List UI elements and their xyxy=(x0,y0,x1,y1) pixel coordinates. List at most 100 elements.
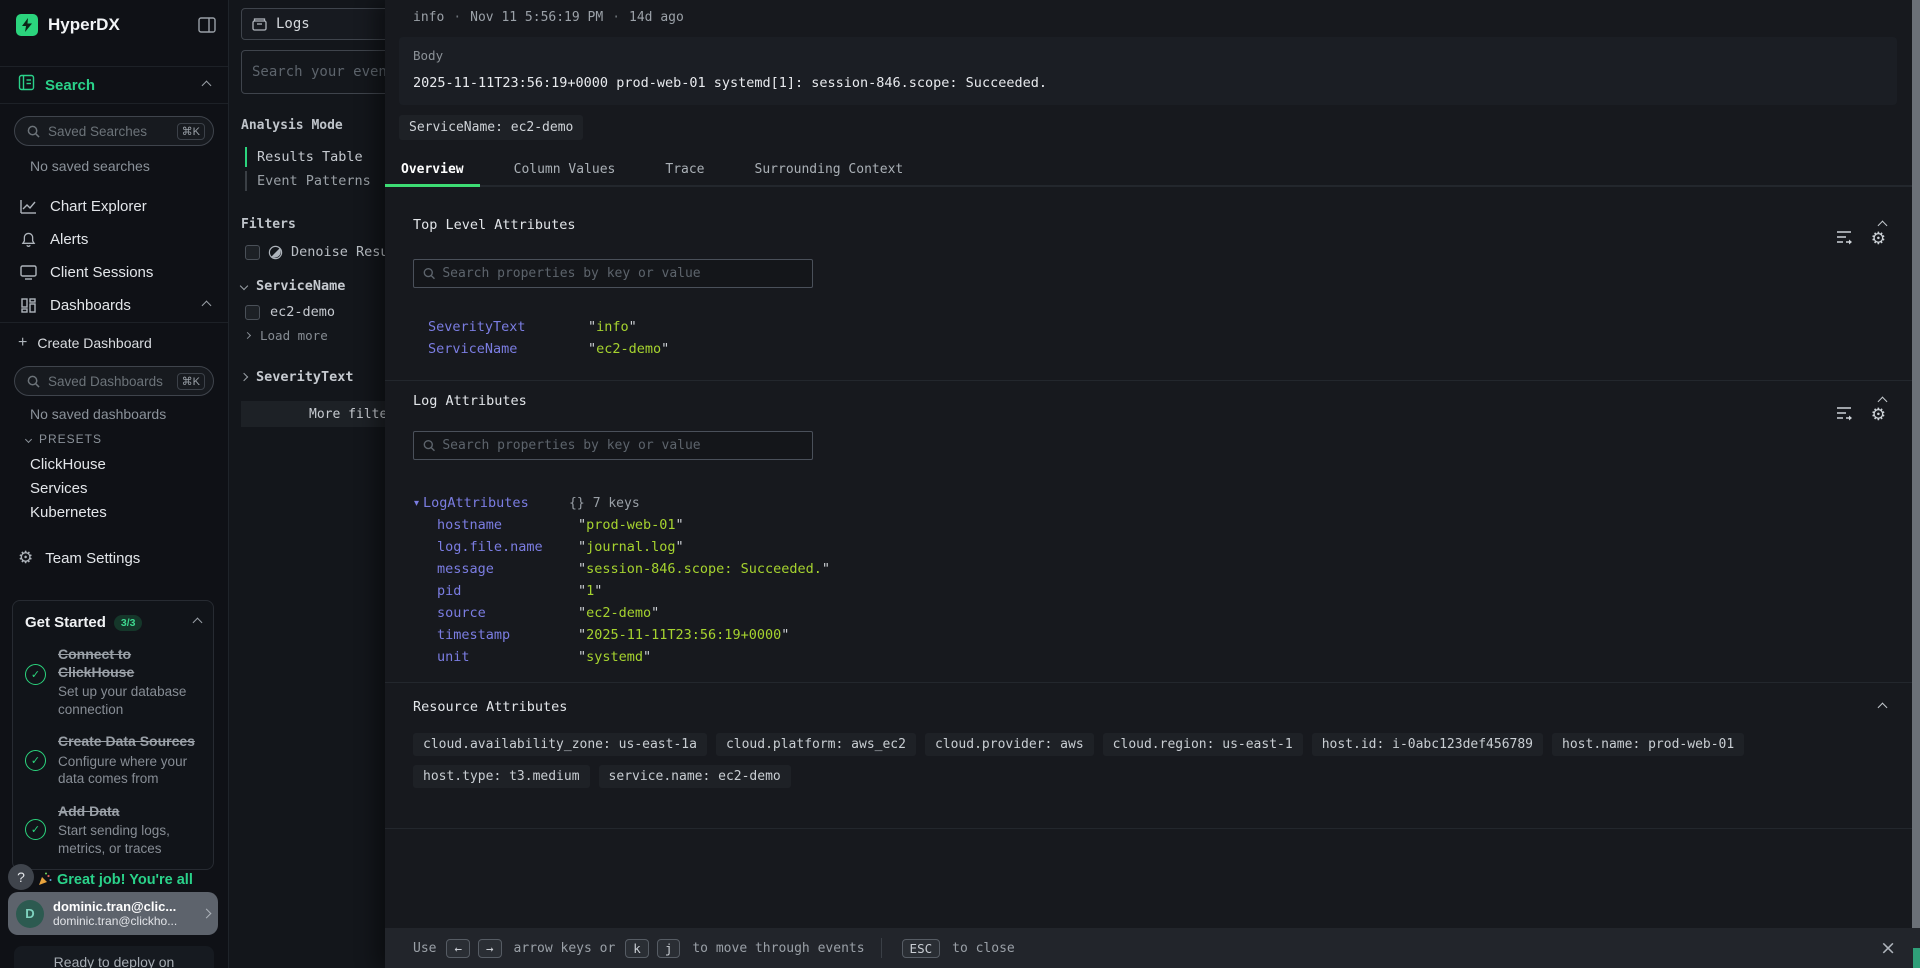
divider xyxy=(385,828,1920,829)
brand-name: HyperDX xyxy=(48,15,198,35)
get-started-step[interactable]: ✓ Connect to ClickHouse Set up your data… xyxy=(25,646,201,718)
sidebar-item-chart-explorer[interactable]: Chart Explorer xyxy=(0,190,228,223)
attribute-row[interactable]: ServiceName ec2-demo xyxy=(428,338,1920,360)
drawer-footer: Use ← → arrow keys or k j to move throug… xyxy=(385,928,1920,968)
hyperdx-logo-icon xyxy=(16,14,38,36)
brand-row: HyperDX xyxy=(16,10,216,40)
resource-chip[interactable]: host.type: t3.medium xyxy=(413,765,590,788)
gear-icon[interactable]: ⚙ xyxy=(1871,229,1886,249)
resource-attributes-section: Resource Attributes cloud.availability_z… xyxy=(385,683,1920,828)
top-level-attributes-section: Top Level Attributes ⚙ SeverityText info… xyxy=(385,187,1920,380)
sidebar-item-client-sessions[interactable]: Client Sessions xyxy=(0,256,228,289)
section-title: Log Attributes xyxy=(413,393,527,409)
resource-chip[interactable]: service.name: ec2-demo xyxy=(599,765,791,788)
attribute-row[interactable]: SeverityText info xyxy=(428,316,1920,338)
sidebar-toggle-icon[interactable] xyxy=(198,17,216,33)
property-search-input[interactable] xyxy=(442,266,803,281)
gear-icon[interactable]: ⚙ xyxy=(1871,405,1886,425)
chevron-down-icon xyxy=(25,435,32,442)
resource-chip[interactable]: host.name: prod-web-01 xyxy=(1552,733,1744,756)
resource-chip[interactable]: cloud.platform: aws_ec2 xyxy=(716,733,916,756)
chevron-up-icon[interactable] xyxy=(1878,702,1888,712)
resource-chips: cloud.availability_zone: us-east-1a clou… xyxy=(413,733,1913,828)
saved-dashboards-input[interactable]: Saved Dashboards ⌘K xyxy=(14,366,214,396)
chevron-down-icon xyxy=(240,282,248,290)
section-title: Top Level Attributes xyxy=(413,217,576,233)
property-search-input[interactable] xyxy=(442,438,803,453)
checkbox[interactable] xyxy=(245,305,260,320)
body-label: Body xyxy=(413,48,1883,63)
tab-trace[interactable]: Trace xyxy=(649,156,720,185)
chevron-up-icon[interactable] xyxy=(193,618,203,628)
attribute-row[interactable]: unit systemd xyxy=(413,646,1920,668)
tab-overview[interactable]: Overview xyxy=(385,156,480,185)
check-circle-icon: ✓ xyxy=(25,664,46,685)
sidebar-item-dashboards[interactable]: Dashboards xyxy=(0,289,228,322)
party-popper-icon xyxy=(38,872,52,886)
resource-chip[interactable]: cloud.region: us-east-1 xyxy=(1103,733,1303,756)
section-title: Resource Attributes xyxy=(413,699,567,715)
check-circle-icon: ✓ xyxy=(25,819,46,840)
preset-item-services[interactable]: Services xyxy=(30,480,88,497)
detail-tabs: Overview Column Values Trace Surrounding… xyxy=(385,156,1920,187)
braces-icon: {} xyxy=(569,496,585,511)
saved-searches-placeholder: Saved Searches xyxy=(48,124,177,139)
attribute-row[interactable]: hostname prod-web-01 xyxy=(413,514,1920,536)
filter-lines-icon[interactable] xyxy=(1835,229,1853,249)
attribute-row[interactable]: timestamp 2025-11-11T23:56:19+0000 xyxy=(413,624,1920,646)
chevron-right-icon xyxy=(240,373,248,381)
property-search-box[interactable] xyxy=(413,259,813,288)
create-dashboard-button[interactable]: + Create Dashboard xyxy=(18,334,152,352)
attribute-row[interactable]: pid 1 xyxy=(413,580,1920,602)
tab-surrounding-context[interactable]: Surrounding Context xyxy=(739,156,920,185)
filter-lines-icon[interactable] xyxy=(1835,405,1853,425)
help-button[interactable]: ? xyxy=(8,864,34,890)
deploy-note: Ready to deploy on xyxy=(14,946,214,968)
divider xyxy=(0,322,228,323)
checkbox[interactable] xyxy=(245,245,260,260)
j-key: j xyxy=(657,939,681,958)
relative-time: 14d ago xyxy=(629,10,684,25)
saved-searches-input[interactable]: Saved Searches ⌘K xyxy=(14,116,214,146)
active-indicator xyxy=(245,147,247,167)
get-started-step[interactable]: ✓ Add Data Start sending logs, metrics, … xyxy=(25,803,201,858)
close-icon[interactable]: × xyxy=(1880,937,1896,959)
presets-toggle[interactable]: PRESETS xyxy=(26,432,102,446)
log-attributes-root[interactable]: ▾ LogAttributes {}7 keys xyxy=(413,492,1920,514)
logs-source-icon xyxy=(252,17,267,31)
resource-chip[interactable]: host.id: i-0abc123def456789 xyxy=(1312,733,1543,756)
no-saved-searches-text: No saved searches xyxy=(30,158,150,174)
sidebar-item-search[interactable]: Search xyxy=(0,66,228,104)
get-started-step[interactable]: ✓ Create Data Sources Configure where yo… xyxy=(25,733,201,788)
service-name-tag[interactable]: ServiceName: ec2-demo xyxy=(399,115,583,140)
caret-down-icon[interactable]: ▾ xyxy=(414,498,419,509)
chevron-up-icon[interactable] xyxy=(202,301,212,311)
esc-key: ESC xyxy=(902,939,941,958)
event-detail-drawer: info · Nov 11 5:56:19 PM · 14d ago Body … xyxy=(385,0,1920,968)
get-started-title: Get Started xyxy=(25,614,106,631)
sidebar-item-team-settings[interactable]: ⚙ Team Settings xyxy=(18,548,140,568)
scroll-accent xyxy=(1913,948,1920,968)
chart-icon xyxy=(18,199,38,214)
k-key: k xyxy=(625,939,649,958)
chevron-up-icon[interactable] xyxy=(202,80,212,90)
attribute-row[interactable]: message session-846.scope: Succeeded. xyxy=(413,558,1920,580)
user-menu[interactable]: D dominic.tran@clic... dominic.tran@clic… xyxy=(8,892,218,935)
tab-column-values[interactable]: Column Values xyxy=(498,156,632,185)
preset-item-kubernetes[interactable]: Kubernetes xyxy=(30,504,107,521)
sidebar: HyperDX Search Saved Searches ⌘K No save… xyxy=(0,0,228,968)
resource-chip[interactable]: cloud.provider: aws xyxy=(925,733,1094,756)
check-circle-icon: ✓ xyxy=(25,750,46,771)
indicator xyxy=(245,171,247,191)
scrollbar-thumb[interactable] xyxy=(1912,0,1920,928)
attribute-row[interactable]: source ec2-demo xyxy=(413,602,1920,624)
attribute-row[interactable]: log.file.name journal.log xyxy=(413,536,1920,558)
saved-dashboards-placeholder: Saved Dashboards xyxy=(48,374,177,389)
avatar: D xyxy=(16,900,44,928)
sidebar-item-alerts[interactable]: Alerts xyxy=(0,223,228,256)
resource-chip[interactable]: cloud.availability_zone: us-east-1a xyxy=(413,733,707,756)
preset-item-clickhouse[interactable]: ClickHouse xyxy=(30,456,106,473)
property-search-box[interactable] xyxy=(413,431,813,460)
search-list-icon xyxy=(18,74,35,96)
progress-badge: 3/3 xyxy=(114,615,143,631)
